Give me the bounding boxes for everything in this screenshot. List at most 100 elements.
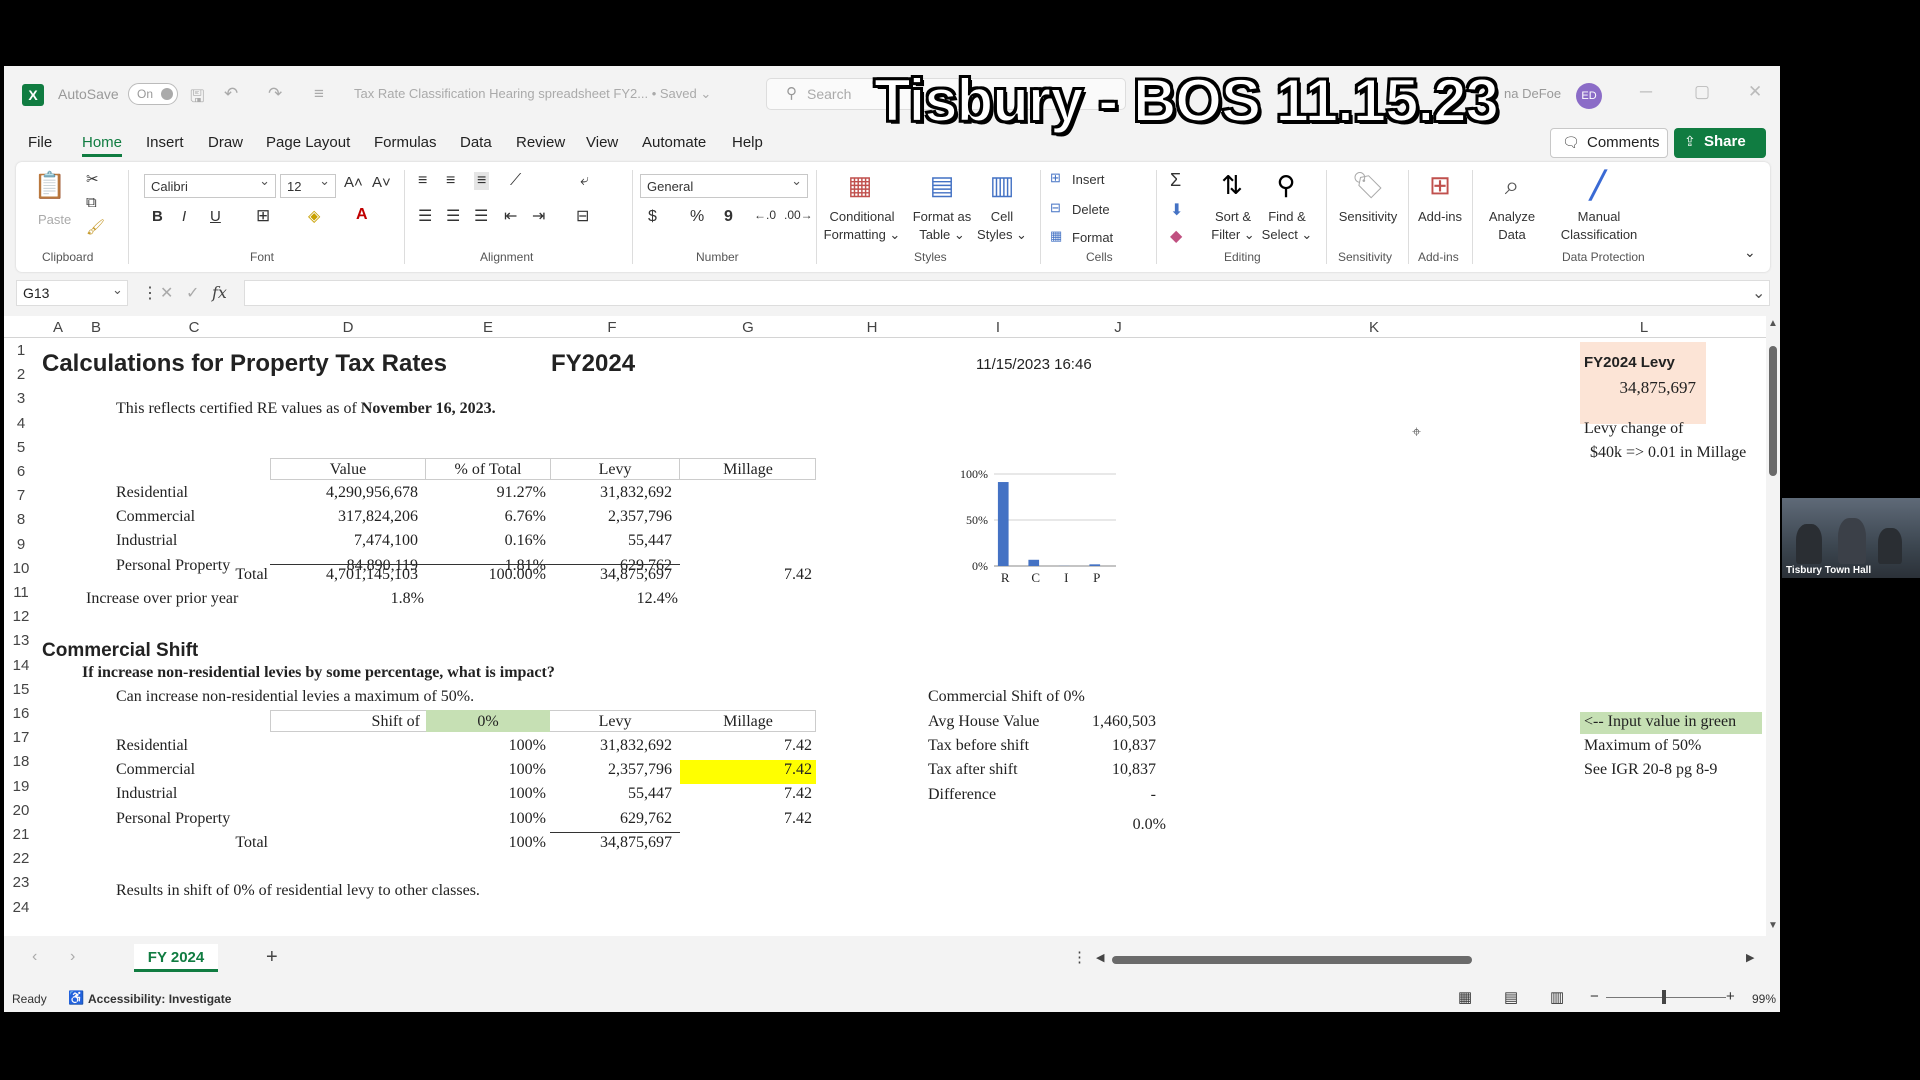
- decrease-decimal-icon[interactable]: .00→: [784, 208, 813, 222]
- table2-row-label[interactable]: Residential: [116, 737, 266, 755]
- table1-total-pct[interactable]: 100.00%: [426, 566, 546, 584]
- redo-icon[interactable]: ↷: [268, 84, 282, 104]
- row-header[interactable]: 1: [4, 342, 38, 359]
- analyze-data-button[interactable]: Analyze Data: [1482, 208, 1542, 244]
- table2-row-levy[interactable]: 55,447: [550, 785, 672, 803]
- delete-cells-icon[interactable]: ⊟: [1050, 200, 1061, 216]
- increase-levy[interactable]: 12.4%: [550, 590, 678, 608]
- bold-button[interactable]: B: [152, 208, 163, 225]
- zoom-level[interactable]: 99%: [1752, 992, 1776, 1006]
- row-header[interactable]: 8: [4, 511, 38, 528]
- table2-row-millage[interactable]: 7.42: [680, 737, 812, 755]
- levy-share-bar-chart[interactable]: 0% 50% 100% R C I P: [944, 466, 1144, 596]
- percent-button[interactable]: %: [690, 208, 704, 226]
- chart-bar[interactable]: [1089, 564, 1101, 566]
- add-sheet-icon[interactable]: +: [266, 946, 278, 969]
- decrease-font-icon[interactable]: A˅: [372, 174, 391, 191]
- font-color-icon[interactable]: A: [356, 206, 368, 224]
- table1-row-label[interactable]: Commercial: [116, 508, 266, 526]
- find-select-icon[interactable]: ⚲: [1268, 170, 1304, 204]
- table2-row-label[interactable]: Commercial: [116, 761, 266, 779]
- number-format-select[interactable]: General: [640, 173, 808, 198]
- table2-row-pct[interactable]: 100%: [426, 810, 546, 828]
- section-question[interactable]: If increase non-residential levies by so…: [82, 664, 555, 682]
- shift-panel-pct[interactable]: 0.0%: [1074, 816, 1166, 834]
- table1-total-value[interactable]: 4,701,145,103: [270, 566, 418, 584]
- table2-total-pct[interactable]: 100%: [426, 834, 546, 852]
- zoom-slider[interactable]: [1606, 997, 1726, 998]
- sheet-title[interactable]: Calculations for Property Tax Rates: [42, 350, 447, 378]
- shift-panel-value[interactable]: -: [1074, 786, 1156, 804]
- tab-home[interactable]: Home: [82, 134, 123, 157]
- cut-icon[interactable]: ✂: [86, 170, 99, 188]
- italic-button[interactable]: I: [182, 208, 186, 225]
- row-header[interactable]: 9: [4, 536, 38, 553]
- table1-total-label[interactable]: Total: [154, 566, 268, 584]
- table1-row-pct[interactable]: 91.27%: [426, 484, 546, 502]
- row-header[interactable]: 21: [4, 826, 38, 843]
- shift-panel-label[interactable]: Tax before shift: [928, 737, 1029, 755]
- tab-draw[interactable]: Draw: [208, 134, 243, 151]
- row-header[interactable]: 19: [4, 778, 38, 795]
- zoom-out-icon[interactable]: −: [1590, 988, 1599, 1005]
- row-header[interactable]: 10: [4, 560, 38, 577]
- shift-panel-title[interactable]: Commercial Shift of 0%: [928, 688, 1085, 706]
- tab-file[interactable]: File: [28, 134, 52, 151]
- increase-value[interactable]: 1.8%: [270, 590, 424, 608]
- column-header[interactable]: F: [602, 319, 622, 336]
- column-header[interactable]: A: [48, 319, 68, 336]
- table1-row-value[interactable]: 4,290,956,678: [270, 484, 418, 502]
- timestamp[interactable]: 11/15/2023 16:46: [976, 356, 1092, 373]
- format-cells-button[interactable]: Format: [1072, 230, 1113, 245]
- shift-value[interactable]: 0%: [426, 713, 550, 731]
- tab-insert[interactable]: Insert: [146, 134, 184, 151]
- align-middle-icon[interactable]: ≡: [446, 172, 455, 190]
- insert-function-icon[interactable]: fx: [212, 283, 227, 302]
- autosum-icon[interactable]: Σ: [1170, 170, 1181, 191]
- sort-filter-button[interactable]: Sort & Filter ⌄: [1208, 208, 1258, 244]
- more-icon[interactable]: ⋮: [1072, 948, 1087, 966]
- table2-row-pct[interactable]: 100%: [426, 737, 546, 755]
- sort-filter-icon[interactable]: ⇅: [1214, 170, 1250, 204]
- find-select-button[interactable]: Find & Select ⌄: [1260, 208, 1314, 244]
- underline-button[interactable]: U: [210, 208, 221, 225]
- scroll-right-icon[interactable]: ▶: [1746, 951, 1754, 964]
- table1-total-levy[interactable]: 34,875,697: [550, 566, 672, 584]
- wrap-text-icon[interactable]: ⤶: [580, 172, 589, 190]
- document-title[interactable]: Tax Rate Classification Hearing spreadsh…: [354, 86, 711, 102]
- row-header[interactable]: 13: [4, 632, 38, 649]
- worksheet-grid[interactable]: A B C D E F G H I J K L 1 2 3 4 5 6 7 8 9 10 11 12 1…: [4, 316, 1766, 936]
- row-header[interactable]: 6: [4, 463, 38, 480]
- font-name-select[interactable]: Calibri: [144, 173, 276, 198]
- table1-header-millage[interactable]: Millage: [680, 461, 816, 479]
- table2-row-millage[interactable]: 7.42: [680, 785, 812, 803]
- table1-row-pct[interactable]: 6.76%: [426, 508, 546, 526]
- table2-row-pct[interactable]: 100%: [426, 761, 546, 779]
- levy-change-note[interactable]: Levy change of: [1584, 420, 1684, 438]
- expand-formula-icon[interactable]: ⌄: [1752, 283, 1765, 303]
- increase-indent-icon[interactable]: ⇥: [532, 206, 545, 226]
- table1-row-levy[interactable]: 31,832,692: [550, 484, 672, 502]
- tab-view[interactable]: View: [586, 134, 618, 151]
- table1-header-value[interactable]: Value: [270, 461, 426, 479]
- comma-button[interactable]: 9: [724, 208, 733, 226]
- column-header[interactable]: D: [338, 319, 358, 336]
- shift-label[interactable]: Shift of: [270, 713, 420, 731]
- undo-icon[interactable]: ↶: [224, 84, 238, 104]
- vertical-scrollbar[interactable]: ▲ ▼: [1766, 316, 1780, 936]
- column-header[interactable]: G: [738, 319, 758, 336]
- row-header[interactable]: 12: [4, 608, 38, 625]
- accessibility-status[interactable]: Accessibility: Investigate: [88, 992, 231, 1006]
- table1-row-levy[interactable]: 55,447: [550, 532, 672, 550]
- font-size-select[interactable]: 12: [280, 173, 336, 198]
- shift-panel-value[interactable]: 10,837: [1074, 737, 1156, 755]
- row-header[interactable]: 23: [4, 874, 38, 891]
- avatar[interactable]: ED: [1576, 83, 1602, 109]
- table1-header-pct[interactable]: % of Total: [426, 461, 550, 479]
- column-header[interactable]: B: [86, 319, 106, 336]
- shift-panel-label[interactable]: Difference: [928, 786, 996, 804]
- column-header[interactable]: I: [988, 319, 1008, 336]
- vertical-scroll-thumb[interactable]: [1769, 346, 1777, 476]
- analyze-data-icon[interactable]: ⌕: [1494, 170, 1530, 204]
- table2-header-levy[interactable]: Levy: [550, 713, 680, 731]
